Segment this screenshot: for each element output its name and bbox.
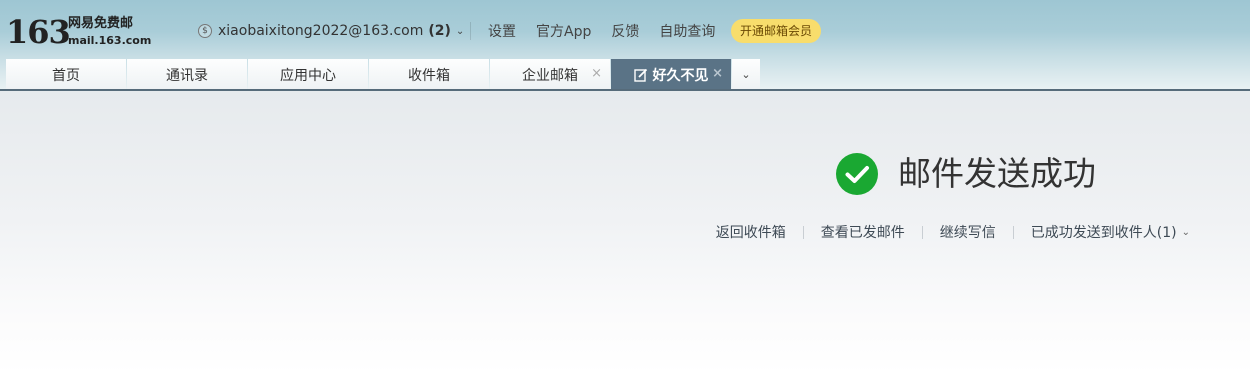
success-check-icon	[836, 153, 878, 195]
success-banner: 邮件发送成功	[836, 153, 1096, 195]
unread-count[interactable]: (2)	[428, 23, 451, 39]
tab-enterprise-mail[interactable]: 企业邮箱 ×	[490, 59, 610, 90]
tab-compose-active[interactable]: 好久不见 ×	[611, 59, 731, 90]
account-menu[interactable]: $ xiaobaixitong2022@163.com (2) ⌄	[198, 20, 464, 42]
tab-contacts[interactable]: 通讯录	[127, 59, 247, 90]
tab-label: 通讯录	[166, 67, 208, 84]
official-app-link[interactable]: 官方App	[536, 21, 591, 41]
header-divider	[470, 22, 471, 40]
vip-membership-button[interactable]: 开通邮箱会员	[731, 19, 821, 43]
settings-link[interactable]: 设置	[488, 21, 516, 41]
main-content: 邮件发送成功 返回收件箱 查看已发邮件 继续写信 已成功发送到收件人(1) ⌄	[0, 91, 1250, 374]
tab-label: 首页	[52, 67, 80, 84]
logo-number: 163	[6, 13, 71, 51]
success-message: 邮件发送成功	[898, 154, 1096, 193]
chevron-down-icon: ⌄	[741, 68, 751, 81]
divider	[921, 225, 923, 239]
chevron-down-icon[interactable]: ⌄	[1182, 227, 1190, 238]
tab-label: 收件箱	[408, 67, 450, 84]
top-links: 设置 官方App 反馈 自助查询	[488, 21, 735, 41]
tab-bar: 首页 通讯录 应用中心 收件箱 企业邮箱 × 好久不见 × ⌄	[6, 59, 760, 90]
view-sent-link[interactable]: 查看已发邮件	[821, 222, 905, 242]
chevron-down-icon[interactable]: ⌄	[456, 26, 464, 37]
continue-writing-link[interactable]: 继续写信	[940, 222, 996, 242]
tab-home[interactable]: 首页	[6, 59, 126, 90]
tab-inbox[interactable]: 收件箱	[369, 59, 489, 90]
tab-label: 好久不见	[652, 67, 709, 84]
tab-app-center[interactable]: 应用中心	[248, 59, 368, 90]
logo[interactable]: 163 网易免费邮 mail.163.com	[6, 12, 151, 52]
logo-name: 网易免费邮	[68, 16, 134, 31]
tab-label: 应用中心	[280, 67, 336, 84]
post-send-actions: 返回收件箱 查看已发邮件 继续写信 已成功发送到收件人(1) ⌄	[716, 223, 1190, 241]
sent-recipients-dropdown[interactable]: 已成功发送到收件人(1)	[1031, 222, 1177, 242]
more-tabs-button[interactable]: ⌄	[732, 59, 760, 90]
account-email[interactable]: xiaobaixitong2022@163.com	[218, 23, 423, 39]
top-header: 163 网易免费邮 mail.163.com $ xiaobaixitong20…	[0, 0, 1250, 91]
self-service-link[interactable]: 自助查询	[659, 21, 715, 41]
divider	[1012, 225, 1014, 239]
coin-icon: $	[198, 24, 212, 38]
logo-domain: mail.163.com	[68, 34, 152, 47]
close-icon[interactable]: ×	[712, 66, 723, 81]
back-to-inbox-link[interactable]: 返回收件箱	[716, 222, 786, 242]
feedback-link[interactable]: 反馈	[611, 21, 639, 41]
tab-label: 企业邮箱	[522, 67, 578, 84]
edit-icon	[633, 68, 647, 82]
divider	[802, 225, 804, 239]
close-icon[interactable]: ×	[591, 66, 602, 81]
